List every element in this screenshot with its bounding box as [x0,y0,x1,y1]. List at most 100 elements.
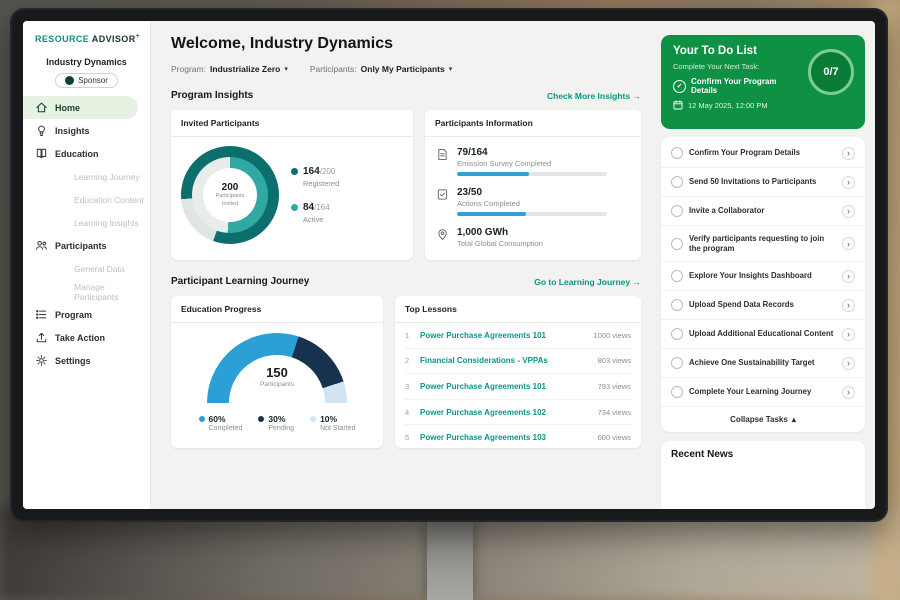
todo-task-explore-your-insights-dashboard[interactable]: Explore Your Insights Dashboard› [661,262,865,291]
lesson-row: 1Power Purchase Agreements 1011000 views [405,323,631,349]
todo-task-confirm-your-program-details[interactable]: Confirm Your Program Details› [661,139,865,168]
collapse-tasks-button[interactable]: Collapse Tasks ▴ [661,407,865,430]
sidebar-item-manage-participants[interactable]: Manage Participants [23,280,150,303]
checkbox-icon[interactable] [671,328,683,340]
todo-task-invite-a-collaborator[interactable]: Invite a Collaborator› [661,197,865,226]
legend-dot-icon [291,168,298,175]
checkbox-icon[interactable] [671,238,683,250]
lesson-link[interactable]: Financial Considerations - VPPAs [420,356,590,365]
sidebar-item-insights[interactable]: Insights [23,119,150,142]
checkbox-icon[interactable] [671,147,683,159]
chevron-right-icon[interactable]: › [842,176,855,189]
chevron-right-icon[interactable]: › [842,237,855,250]
participants-stats: 79/164 Emission Survey Completed 23/50 A… [425,137,641,258]
section-title: Participant Learning Journey [171,276,309,287]
gauge-legend-pending: 30%Pending [258,414,294,432]
progress-bar [457,172,607,176]
filter-value: Only My Participants [361,64,445,74]
recent-news-title: Recent News [671,449,855,460]
lesson-link[interactable]: Power Purchase Agreements 102 [420,408,590,417]
chevron-up-icon: ▴ [792,415,796,424]
learning-journey-section-header: Participant Learning Journey Go to Learn… [171,276,641,287]
chevron-right-icon[interactable]: › [842,270,855,283]
sidebar-item-label: Education Content [74,195,144,205]
home-icon [35,101,48,114]
checkbox-icon[interactable] [671,205,683,217]
checkbox-icon[interactable] [671,357,683,369]
todo-task-verify-participants-requesting-to-join-the-program[interactable]: Verify participants requesting to join t… [661,226,865,262]
lesson-link[interactable]: Power Purchase Agreements 103 [420,433,590,442]
participants-filter-dropdown[interactable]: Participants: Only My Participants ▾ [310,64,452,74]
sidebar-item-settings[interactable]: Settings [23,349,150,372]
card-title: Education Progress [171,296,383,323]
go-to-learning-journey-link[interactable]: Go to Learning Journey → [534,277,641,287]
education-progress-gauge: 150 Participants [207,333,347,405]
sidebar-item-education-content[interactable]: Education Content [23,188,150,211]
card-title: Participants Information [425,110,641,137]
chevron-right-icon[interactable]: › [842,386,855,399]
legend-item-active: 84/164Active [291,202,339,224]
todo-task-achieve-one-sustainability-target[interactable]: Achieve One Sustainability Target› [661,349,865,378]
todo-task-upload-additional-educational-content[interactable]: Upload Additional Educational Content› [661,320,865,349]
gauge-legend-not-started: 10%Not Started [310,414,355,432]
main-content: Welcome, Industry Dynamics Program: Indu… [151,21,655,509]
checkbox-icon[interactable] [671,386,683,398]
card-title: Top Lessons [395,296,641,323]
sidebar-nav: Home Insights Education Learning Journey Edu… [23,96,150,372]
sponsor-label: Sponsor [78,76,108,85]
chevron-down-icon: ▾ [449,65,453,73]
lesson-link[interactable]: Power Purchase Agreements 101 [420,382,590,391]
todo-title: Your To Do List [673,45,803,57]
checkbox-icon[interactable] [671,299,683,311]
chevron-right-icon[interactable]: › [842,299,855,312]
top-lessons-card: Top Lessons 1Power Purchase Agreements 1… [395,296,641,448]
checkbox-icon[interactable] [671,270,683,282]
chevron-down-icon: ▾ [284,65,288,73]
todo-task-complete-your-learning-journey[interactable]: Complete Your Learning Journey› [661,378,865,407]
dashboard-app: RESOURCE ADVISOR+ Industry Dynamics Spon… [23,21,875,509]
checkbox-icon[interactable] [671,176,683,188]
sidebar-item-label: Participants [55,241,107,251]
sidebar-item-label: Insights [55,126,90,136]
todo-task-list: Confirm Your Program Details›Send 50 Inv… [661,139,865,407]
chevron-right-icon[interactable]: › [842,205,855,218]
chevron-right-icon[interactable]: › [842,357,855,370]
sidebar-item-learning-insights[interactable]: Learning Insights [23,211,150,234]
arrow-right-icon: → [633,91,642,101]
todo-panel: Your To Do List Complete Your Next Task:… [655,21,875,509]
chevron-right-icon[interactable]: › [842,328,855,341]
actions-icon [437,187,449,216]
stat-actions-completed: 23/50 Actions Completed [437,187,629,216]
sidebar-item-participants[interactable]: Participants [23,234,150,257]
sponsor-badge[interactable]: Sponsor [55,73,118,88]
sidebar-item-education[interactable]: Education [23,142,150,165]
invited-participants-card: Invited Participants 200 Participants In… [171,110,413,260]
sidebar-item-home[interactable]: Home [23,96,138,119]
sidebar-item-label: Education [55,149,99,159]
bulb-icon [35,124,48,137]
check-circle-icon: ✓ [673,80,686,93]
lesson-row: 2Financial Considerations - VPPAs803 vie… [405,349,631,375]
filter-label: Participants: [310,64,357,74]
todo-task-send-50-invitations-to-participants[interactable]: Send 50 Invitations to Participants› [661,168,865,197]
location-icon [437,227,449,248]
todo-task-upload-spend-data-records[interactable]: Upload Spend Data Records› [661,291,865,320]
filter-label: Program: [171,64,206,74]
gear-icon [35,354,48,367]
monitor-stand [427,516,473,600]
photo-backdrop: RESOURCE ADVISOR+ Industry Dynamics Spon… [0,0,900,600]
lesson-row: 4Power Purchase Agreements 102734 views [405,400,631,426]
sidebar-item-program[interactable]: Program [23,303,150,326]
sidebar-item-learning-journey[interactable]: Learning Journey [23,165,150,188]
arrow-right-icon: → [633,277,642,287]
chevron-right-icon[interactable]: › [842,147,855,160]
program-filter-dropdown[interactable]: Program: Industrialize Zero ▾ [171,64,288,74]
todo-next-task: ✓ Confirm Your Program Details [673,77,803,95]
sidebar-item-take-action[interactable]: Take Action [23,326,150,349]
program-insights-section-header: Program Insights Check More Insights → [171,90,641,101]
sidebar-item-general-data[interactable]: General Data [23,257,150,280]
lesson-link[interactable]: Power Purchase Agreements 101 [420,331,585,340]
sidebar-item-label: Manage Participants [74,282,150,302]
check-more-insights-link[interactable]: Check More Insights → [547,91,641,101]
lesson-row: 5Power Purchase Agreements 103600 views [405,425,631,450]
